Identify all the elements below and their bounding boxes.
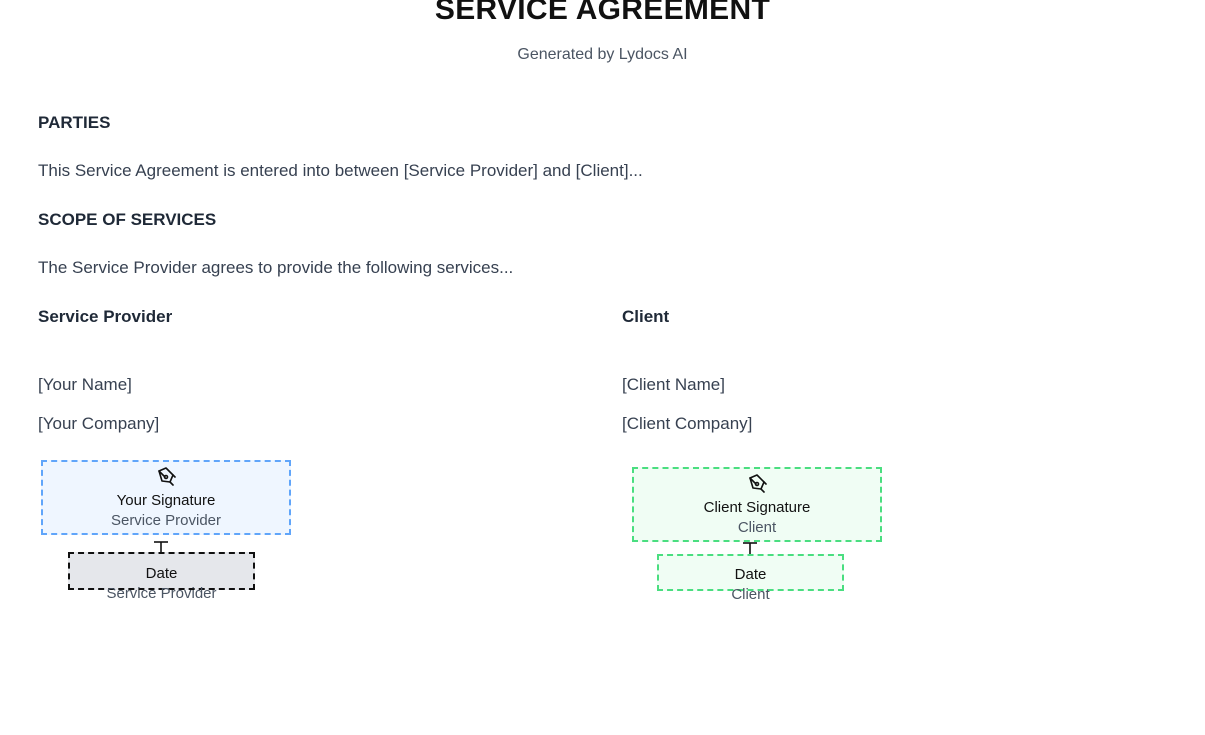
provider-name: [Your Name] [38,375,132,394]
provider-signature-label: Your Signature [116,492,216,509]
client-signature-label: Client Signature [703,499,811,516]
provider-signature-field[interactable]: Your Signature Service Provider [41,460,291,535]
client-signature-field[interactable]: Client Signature Client [632,467,882,542]
client-company: [Client Company] [622,414,753,433]
client-signature-role: Client [737,519,777,536]
provider-signature-role: Service Provider [110,512,222,529]
provider-date-role: Service Provider [106,585,217,602]
provider-company: [Your Company] [38,414,160,433]
client-heading: Client [622,307,670,326]
pen-nib-icon [749,474,767,493]
client-date-label: Date [734,566,767,583]
document-title: SERVICE AGREEMENT [434,0,771,26]
section-heading-scope: SCOPE OF SERVICES [38,210,217,229]
section-text-parties: This Service Agreement is entered into b… [38,161,643,180]
provider-heading: Service Provider [38,307,173,326]
client-name: [Client Name] [622,375,725,394]
provider-date-label: Date [145,565,178,582]
pen-nib-icon [158,467,176,486]
document-subtitle: Generated by Lydocs AI [517,46,688,63]
client-date-role: Client [731,586,770,603]
document-page: SERVICE AGREEMENT Generated by Lydocs AI… [0,0,1205,735]
section-text-scope: The Service Provider agrees to provide t… [38,258,514,277]
section-heading-parties: PARTIES [38,113,111,132]
